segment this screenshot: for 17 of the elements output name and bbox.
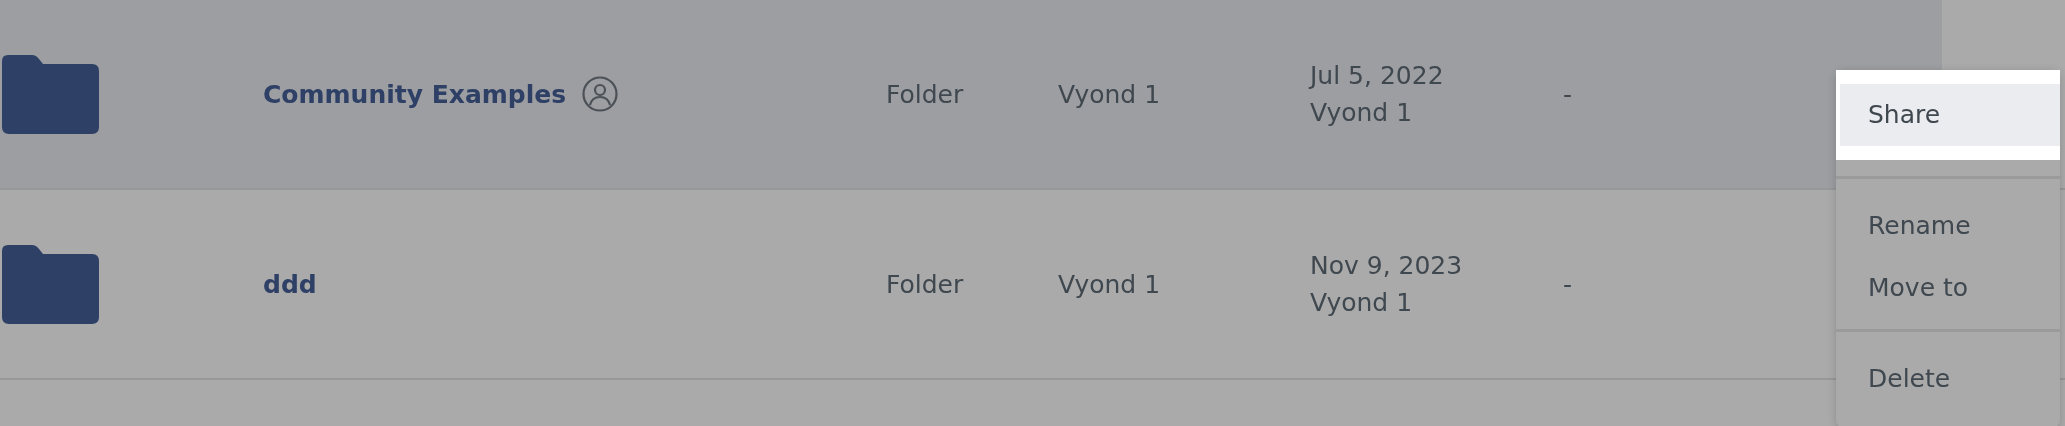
owner-text: Vyond 1: [1058, 79, 1161, 109]
owner-text: Vyond 1: [1058, 269, 1161, 299]
type-text: Folder: [886, 79, 964, 109]
size-text: -: [1563, 269, 1573, 299]
menu-item[interactable]: Share: [1836, 70, 2060, 160]
modified-date: Nov 9, 2023: [1310, 251, 1464, 280]
type-text: Folder: [886, 269, 964, 299]
folder-icon: [2, 54, 99, 134]
modified-by: Vyond 1: [1310, 288, 1414, 317]
menu-item[interactable]: Rename: [1836, 195, 2060, 257]
menu-item[interactable]: Move to: [1836, 257, 2060, 319]
folder-icon: [2, 244, 99, 324]
size-text: -: [1563, 79, 1573, 109]
folder-name[interactable]: Community Examples: [263, 79, 567, 109]
modified-date: Jul 5, 2022: [1310, 61, 1445, 90]
folder-name[interactable]: ddd: [263, 269, 317, 299]
modified-by: Vyond 1: [1310, 98, 1414, 127]
